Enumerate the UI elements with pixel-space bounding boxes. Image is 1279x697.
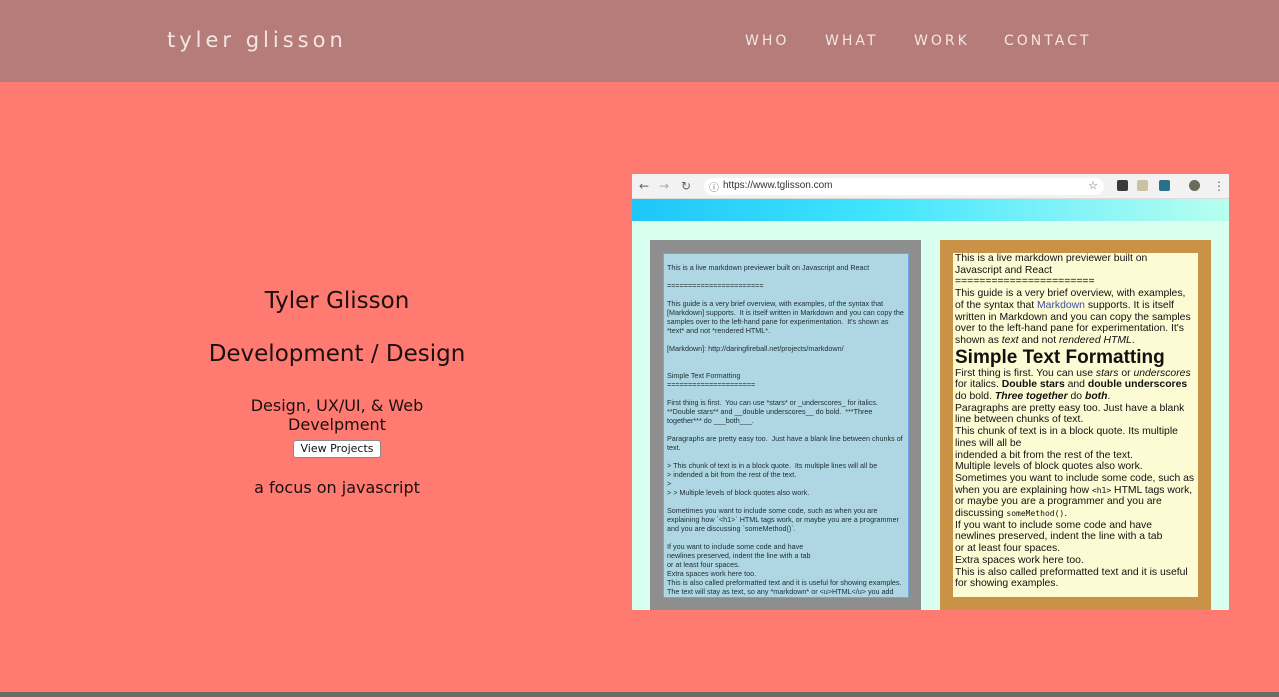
profile-avatar-icon: [1189, 180, 1200, 191]
preview-intro: This is a live markdown previewer built …: [955, 253, 1148, 276]
site-header: tyler glisson WHO WHAT WORK CONTACT: [0, 0, 1279, 82]
star-icon: ☆: [1088, 179, 1098, 192]
hero-skills: Design, UX/UI, & Web Develpment: [250, 396, 424, 434]
preview-rule: =======================: [955, 276, 1095, 288]
menu-dots-icon: ⋮: [1213, 179, 1225, 193]
editor-text: This is a live markdown previewer built …: [667, 263, 904, 597]
gradient-banner: [632, 199, 1229, 221]
back-arrow-icon: ←: [639, 179, 650, 193]
reload-icon: ↻: [681, 179, 692, 193]
info-icon: ⓘ: [709, 183, 719, 194]
preview-line: or at least four spaces.: [955, 543, 1061, 555]
extension-icon: [1159, 180, 1170, 191]
nav-who[interactable]: WHO: [745, 33, 789, 49]
browser-toolbar: ← → ↻ ⓘ https://www.tglisson.com ☆ ⋮: [632, 174, 1229, 199]
view-projects-button[interactable]: View Projects: [293, 440, 381, 458]
preview-line: Extra spaces work here too.: [955, 554, 1084, 566]
preview-line: This is also called preformatted text an…: [955, 566, 1188, 590]
address-url: https://www.tglisson.com: [723, 180, 833, 191]
hero-focus: a focus on javascript: [254, 478, 420, 497]
site-brand[interactable]: tyler glisson: [167, 28, 347, 52]
nav-what[interactable]: WHAT: [825, 33, 878, 49]
preview-pane: This is a live markdown previewer built …: [940, 240, 1211, 610]
preview-line: If you want to include some code and hav…: [955, 519, 1152, 531]
preview-paragraph: Sometimes you want to include some code,…: [955, 472, 1195, 520]
nav-contact[interactable]: CONTACT: [1004, 33, 1091, 49]
preview-quote: indended a bit from the rest of the text…: [955, 449, 1133, 461]
preview-paragraph: Paragraphs are pretty easy too. Just hav…: [955, 402, 1185, 426]
address-bar: ⓘ https://www.tglisson.com ☆: [704, 178, 1104, 195]
markdown-editor: This is a live markdown previewer built …: [663, 253, 909, 598]
extension-icon: [1117, 180, 1128, 191]
hero-name: Tyler Glisson: [264, 288, 410, 314]
nav-work[interactable]: WORK: [914, 33, 970, 49]
project-screenshot: ← → ↻ ⓘ https://www.tglisson.com ☆ ⋮ Thi…: [632, 174, 1229, 610]
editor-pane: This is a live markdown previewer built …: [650, 240, 921, 610]
preview-heading: Simple Text Formatting: [955, 346, 1165, 368]
preview-paragraph: First thing is first. You can use stars …: [955, 367, 1191, 403]
preview-quote: This chunk of text is in a block quote. …: [955, 426, 1178, 449]
preview-quote: Multiple levels of block quotes also wor…: [955, 461, 1143, 473]
preview-paragraph: This guide is a very brief overview, wit…: [955, 288, 1191, 346]
markdown-preview: This is a live markdown previewer built …: [953, 253, 1198, 597]
markdown-link: Markdown: [1037, 299, 1085, 311]
hero-role: Development / Design: [208, 341, 466, 367]
page-bottom-edge: [0, 692, 1279, 697]
forward-arrow-icon: →: [659, 179, 670, 193]
extension-icon: [1137, 180, 1148, 191]
preview-line: newlines preserved, indent the line with…: [955, 531, 1163, 543]
